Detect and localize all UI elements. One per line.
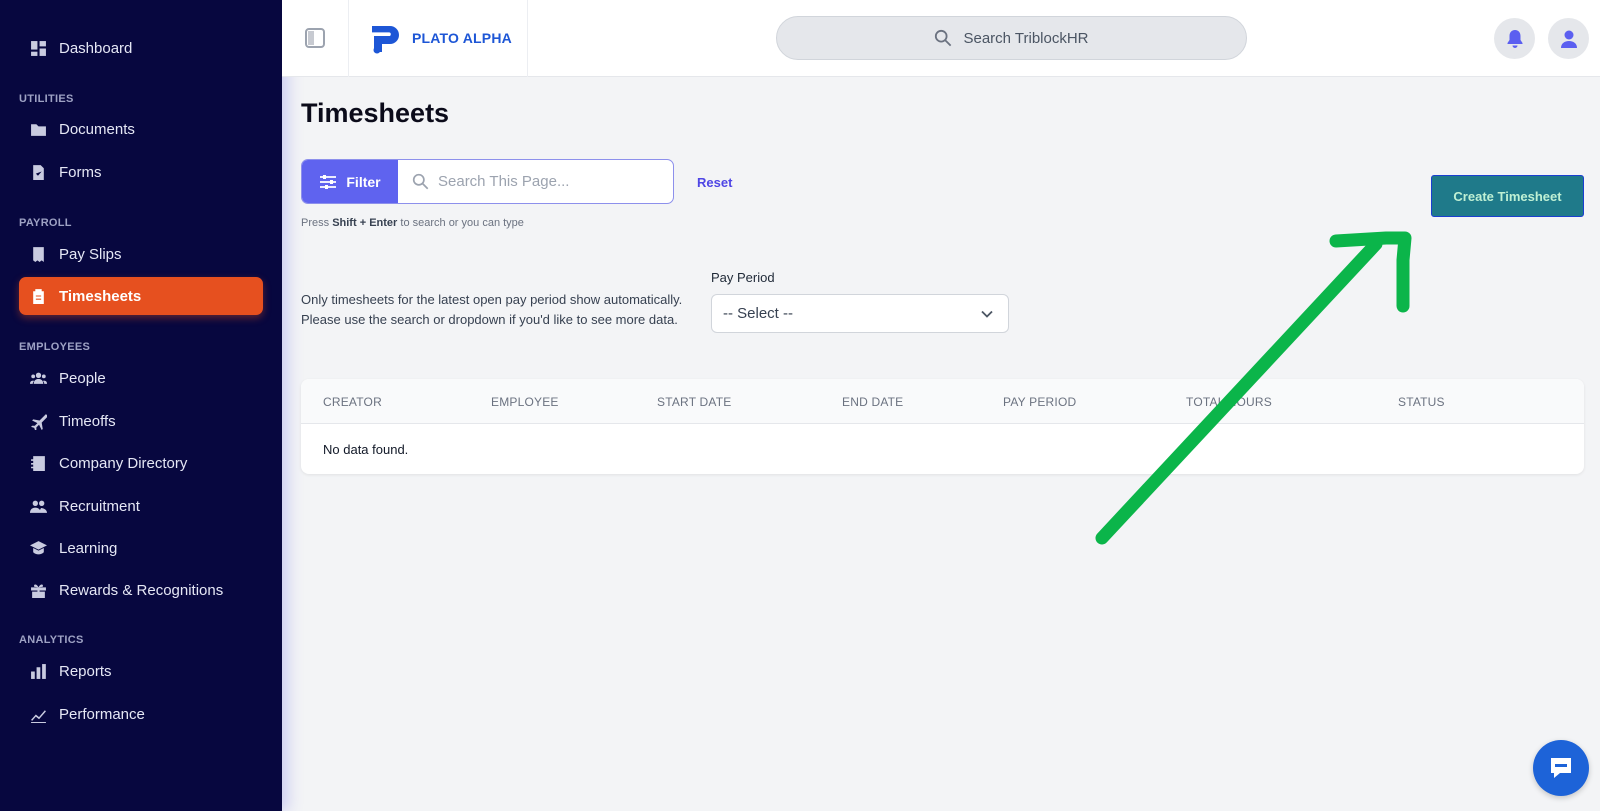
pay-period-select[interactable]: -- Select -- <box>711 294 1009 333</box>
sidebar-item-label: Reports <box>59 662 112 680</box>
sidebar-item-people[interactable]: People <box>19 359 263 397</box>
sidebar-item-label: Documents <box>59 120 135 138</box>
form-check-icon <box>19 164 59 181</box>
reset-link[interactable]: Reset <box>697 175 732 190</box>
plane-icon <box>19 413 59 430</box>
user-menu-button[interactable] <box>1548 18 1589 59</box>
sidebar-item-label: Recruitment <box>59 497 140 515</box>
clipboard-icon <box>19 288 59 305</box>
sidebar-item-pay-slips[interactable]: Pay Slips <box>19 235 263 273</box>
chevron-down-icon <box>981 310 993 318</box>
page-title: Timesheets <box>301 98 450 128</box>
info-line: Only timesheets for the latest open pay … <box>301 292 683 307</box>
search-icon <box>935 29 952 47</box>
sidebar-item-label: Learning <box>59 539 118 557</box>
sidebar-item-documents[interactable]: Documents <box>19 110 263 148</box>
topbar: PLATO ALPHA Search TriblockHR <box>282 0 1600 77</box>
sidebar-item-label: People <box>59 369 106 387</box>
global-search-placeholder: Search TriblockHR <box>963 29 1089 47</box>
sidebar-item-label: Timeoffs <box>59 412 116 430</box>
sidebar-item-label: Rewards & Recognitions <box>59 581 224 599</box>
gift-icon <box>19 582 59 599</box>
bell-icon <box>1507 29 1522 48</box>
sidebar-item-performance[interactable]: Performance <box>19 695 263 733</box>
receipt-icon <box>19 246 59 263</box>
filter-label: Filter <box>346 173 381 190</box>
pay-period-info: Only timesheets for the latest open pay … <box>301 290 682 330</box>
sidebar-item-reports[interactable]: Reports <box>19 652 263 690</box>
filter-search-group: Filter <box>301 159 674 204</box>
global-search-input[interactable]: Search TriblockHR <box>776 16 1247 60</box>
section-analytics: ANALYTICS <box>19 634 84 646</box>
sidebar-item-label: Forms <box>59 163 102 181</box>
sidebar-item-label: Dashboard <box>59 39 133 57</box>
address-book-icon <box>19 455 59 472</box>
logo-text: PLATO ALPHA <box>412 30 512 46</box>
chat-launcher-button[interactable] <box>1533 740 1589 796</box>
sliders-icon <box>320 174 337 189</box>
sidebar-item-company-directory[interactable]: Company Directory <box>19 444 263 482</box>
sidebar-item-timeoffs[interactable]: Timeoffs <box>19 402 263 440</box>
chat-bubble-icon <box>1551 758 1571 778</box>
pay-period-label: Pay Period <box>711 270 775 285</box>
sidebar-item-recruitment[interactable]: Recruitment <box>19 487 263 525</box>
user-group-icon <box>19 498 59 515</box>
column-header-start-date[interactable]: START DATE <box>657 395 731 409</box>
sidebar-item-label: Timesheets <box>59 287 142 305</box>
hint-text: Press <box>301 217 330 229</box>
column-header-creator[interactable]: CREATOR <box>323 395 382 409</box>
logo-mark-icon <box>372 26 399 54</box>
hint-key-enter: Enter <box>369 217 398 229</box>
user-icon <box>1560 30 1577 48</box>
page-search-field <box>398 160 673 203</box>
create-timesheet-button[interactable]: Create Timesheet <box>1431 175 1584 217</box>
logo[interactable]: PLATO ALPHA <box>368 20 512 56</box>
graduation-icon <box>19 540 59 557</box>
annotation-arrow-icon <box>1095 231 1412 545</box>
sidebar-item-forms[interactable]: Forms <box>19 153 263 191</box>
column-header-employee[interactable]: EMPLOYEE <box>491 395 559 409</box>
section-payroll: PAYROLL <box>19 217 72 229</box>
hint-key-shift: Shift <box>332 217 357 229</box>
divider <box>527 0 528 77</box>
sidebar-item-label: Pay Slips <box>59 245 122 263</box>
column-header-end-date[interactable]: END DATE <box>842 395 903 409</box>
sidebar-item-dashboard[interactable]: Dashboard <box>19 29 263 67</box>
sidebar-toggle-icon[interactable] <box>304 27 326 49</box>
sidebar-item-label: Company Directory <box>59 454 188 472</box>
folder-icon <box>19 121 59 138</box>
dashboard-icon <box>19 40 59 57</box>
bar-chart-icon <box>19 663 59 680</box>
page-search-input[interactable] <box>438 173 668 190</box>
divider <box>348 0 349 77</box>
hint-plus: + <box>359 217 367 229</box>
column-header-pay-period[interactable]: PAY PERIOD <box>1003 395 1076 409</box>
hint-text: to search or you can type <box>400 217 524 229</box>
empty-state-text: No data found. <box>323 442 409 457</box>
sidebar-item-timesheets[interactable]: Timesheets <box>19 277 263 315</box>
info-line: Please use the search or dropdown if you… <box>301 312 678 327</box>
section-utilities: UTILITIES <box>19 93 74 105</box>
search-hint: Press Shift + Enter to search or you can… <box>301 217 524 229</box>
section-employees: EMPLOYEES <box>19 341 91 353</box>
sidebar: Dashboard UTILITIES Documents Forms PAYR… <box>0 0 282 811</box>
trend-icon <box>19 706 59 723</box>
sidebar-item-label: Performance <box>59 705 145 723</box>
filter-button[interactable]: Filter <box>302 160 398 203</box>
pay-period-value: -- Select -- <box>723 305 794 322</box>
sidebar-item-rewards[interactable]: Rewards & Recognitions <box>19 571 263 609</box>
notifications-button[interactable] <box>1494 18 1535 59</box>
search-icon <box>412 173 429 190</box>
sidebar-item-learning[interactable]: Learning <box>19 529 263 567</box>
people-icon <box>19 370 59 387</box>
